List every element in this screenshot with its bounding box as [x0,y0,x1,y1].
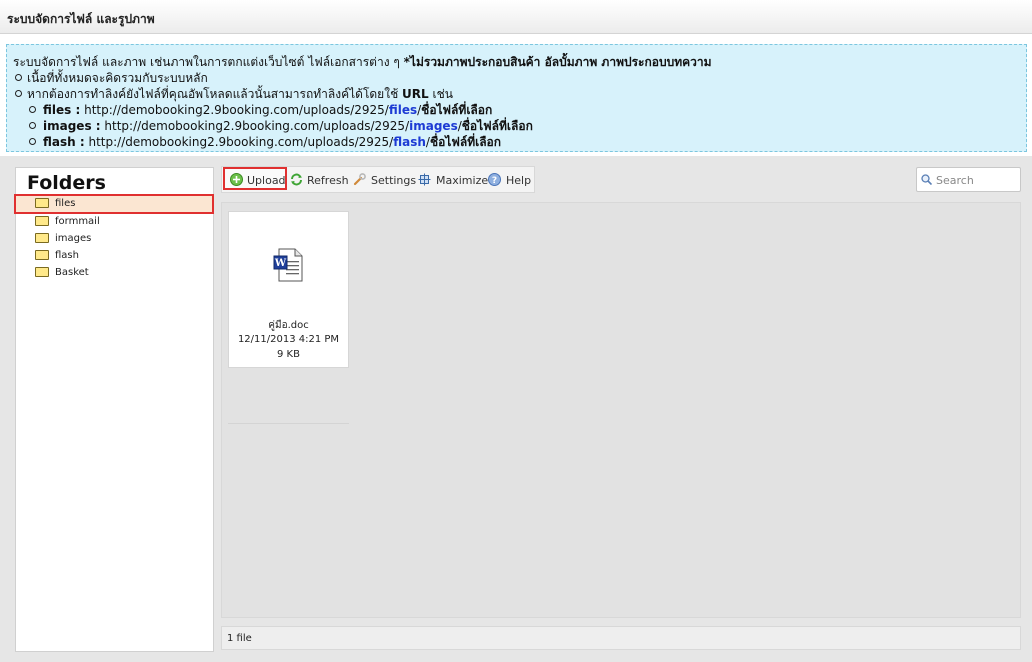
search-icon [921,174,932,185]
folder-icon [35,233,49,243]
toolbar: Upload Refresh Settings Maximize ? Help [221,166,535,193]
bullet-icon [29,138,36,145]
word-doc-icon: W [273,248,303,282]
folder-item-files[interactable]: files [14,194,214,214]
folder-item-images[interactable]: images [16,230,213,248]
maximize-icon [418,173,431,186]
settings-button[interactable]: Settings [352,167,416,192]
page-title: ระบบจัดการไฟล์ และรูปภาพ [7,12,155,26]
refresh-icon [291,173,302,186]
svg-text:W: W [274,258,287,269]
file-count: 1 file [227,633,252,644]
refresh-button[interactable]: Refresh [289,167,349,192]
folders-title: Folders [27,172,106,194]
folder-icon [35,216,49,226]
file-name: คู่มือ.doc [268,320,309,331]
bullet-icon [29,106,36,113]
status-bar: 1 file [221,626,1021,650]
add-icon [230,173,243,186]
file-date: 12/11/2013 4:21 PM [237,334,340,345]
search-placeholder: Search [936,174,974,187]
folder-icon [35,198,49,208]
search-input[interactable]: Search [916,167,1021,192]
folder-icon [35,250,49,260]
svg-text:?: ? [492,176,497,186]
bullet-icon [15,74,22,81]
maximize-button[interactable]: Maximize [417,167,488,192]
file-item[interactable]: W คู่มือ.doc 12/11/2013 4:21 PM 9 KB [228,211,349,368]
help-icon: ? [488,173,501,186]
folders-panel: Folders files formmail images flash Bask… [14,167,214,652]
folder-item-flash[interactable]: flash [16,247,213,265]
divider [228,423,349,424]
folder-item-basket[interactable]: Basket [16,264,213,282]
folder-icon [35,267,49,277]
bullet-icon [29,122,36,129]
page-header: ระบบจัดการไฟล์ และรูปภาพ [0,0,1032,34]
upload-button[interactable]: Upload [223,167,287,190]
file-size: 9 KB [277,349,300,360]
help-button[interactable]: ? Help [487,167,531,192]
bullet-icon [15,90,22,97]
url-example-flash: flash : http://demobooking2.9booking.com… [43,135,502,149]
info-box: ระบบจัดการไฟล์ และภาพ เช่นภาพในการตกแต่ง… [6,44,1027,152]
folder-item-formmail[interactable]: formmail [16,213,213,231]
wrench-icon [353,173,366,186]
